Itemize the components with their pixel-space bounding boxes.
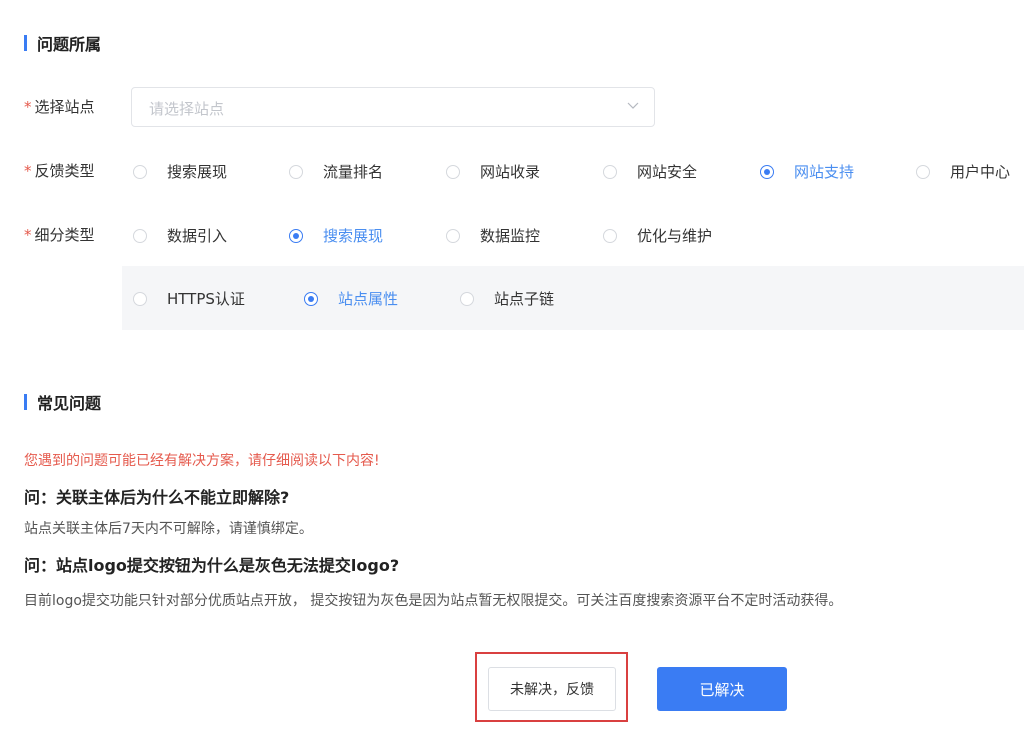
site-label-text: 选择站点 (34, 98, 95, 116)
radio-circle (133, 164, 147, 179)
unresolved-feedback-button[interactable]: 未解决，反馈 (488, 667, 616, 711)
radio-label: 站点子链 (494, 290, 555, 308)
feedback-type-label-text: 反馈类型 (34, 162, 95, 180)
sub-option-panel (122, 266, 1024, 330)
section-title-text: 常见问题 (37, 394, 102, 413)
radio-label: 站点属性 (338, 290, 399, 308)
radio-label: HTTPS认证 (167, 290, 245, 308)
faq-question: 问：站点logo提交按钮为什么是灰色无法提交logo? (24, 556, 400, 575)
radio-child-site-sublinks[interactable]: 站点子链 (460, 288, 554, 309)
chevron-down-icon (627, 102, 639, 109)
radio-label: 用户中心 (950, 163, 1011, 181)
radio-circle (133, 228, 147, 243)
radio-circle (446, 228, 460, 243)
faq-answer: 目前logo提交功能只针对部分优质站点开放， 提交按钮为灰色是因为站点暂无权限提… (24, 593, 843, 609)
radio-label: 网站收录 (480, 163, 541, 181)
faq-notice: 您遇到的问题可能已经有解决方案，请仔细阅读以下内容! (24, 453, 380, 469)
radio-label: 数据监控 (480, 227, 541, 245)
radio-child-site-attributes[interactable]: 站点属性 (304, 288, 398, 309)
faq-question: 问：关联主体后为什么不能立即解除? (24, 488, 290, 507)
radio-feedback-site-indexing[interactable]: 网站收录 (446, 161, 540, 182)
radio-subtype-optimization[interactable]: 优化与维护 (603, 225, 712, 246)
radio-circle-selected (760, 164, 774, 179)
radio-label: 搜索展现 (323, 227, 384, 245)
radio-label: 网站安全 (637, 163, 698, 181)
radio-subtype-data-import[interactable]: 数据引入 (133, 225, 227, 246)
radio-circle (603, 228, 617, 243)
radio-label: 搜索展现 (167, 163, 228, 181)
radio-circle-selected (289, 228, 303, 243)
radio-circle (446, 164, 460, 179)
required-mark: * (24, 226, 32, 244)
radio-feedback-site-security[interactable]: 网站安全 (603, 161, 697, 182)
radio-label: 数据引入 (167, 227, 228, 245)
radio-feedback-search-display[interactable]: 搜索展现 (133, 161, 227, 182)
radio-label: 网站支持 (794, 163, 855, 181)
radio-label: 优化与维护 (637, 227, 713, 245)
radio-label: 流量排名 (323, 163, 384, 181)
radio-subtype-search-display[interactable]: 搜索展现 (289, 225, 383, 246)
site-select[interactable]: 请选择站点 (131, 87, 655, 127)
radio-circle (603, 164, 617, 179)
sub-type-label: * 细分类型 (24, 224, 95, 245)
radio-feedback-site-support[interactable]: 网站支持 (760, 161, 854, 182)
radio-circle (133, 291, 147, 306)
section-title-problem-category: 问题所属 (24, 31, 101, 55)
required-mark: * (24, 162, 32, 180)
section-accent-bar (24, 35, 27, 51)
radio-feedback-user-center[interactable]: 用户中心 (916, 161, 1010, 182)
required-mark: * (24, 98, 32, 116)
radio-circle (916, 164, 930, 179)
radio-circle (289, 164, 303, 179)
radio-circle-selected (304, 291, 318, 306)
radio-subtype-data-monitoring[interactable]: 数据监控 (446, 225, 540, 246)
radio-feedback-traffic-ranking[interactable]: 流量排名 (289, 161, 383, 182)
faq-answer: 站点关联主体后7天内不可解除，请谨慎绑定。 (24, 521, 313, 537)
feedback-type-label: * 反馈类型 (24, 160, 95, 181)
sub-type-label-text: 细分类型 (34, 226, 95, 244)
site-label: * 选择站点 (24, 96, 95, 117)
section-accent-bar (24, 394, 27, 410)
section-title-text: 问题所属 (37, 35, 102, 54)
section-title-faq: 常见问题 (24, 390, 101, 414)
site-select-placeholder: 请选择站点 (149, 100, 225, 118)
resolved-button[interactable]: 已解决 (657, 667, 787, 711)
radio-circle (460, 291, 474, 306)
radio-child-https-cert[interactable]: HTTPS认证 (133, 288, 245, 309)
